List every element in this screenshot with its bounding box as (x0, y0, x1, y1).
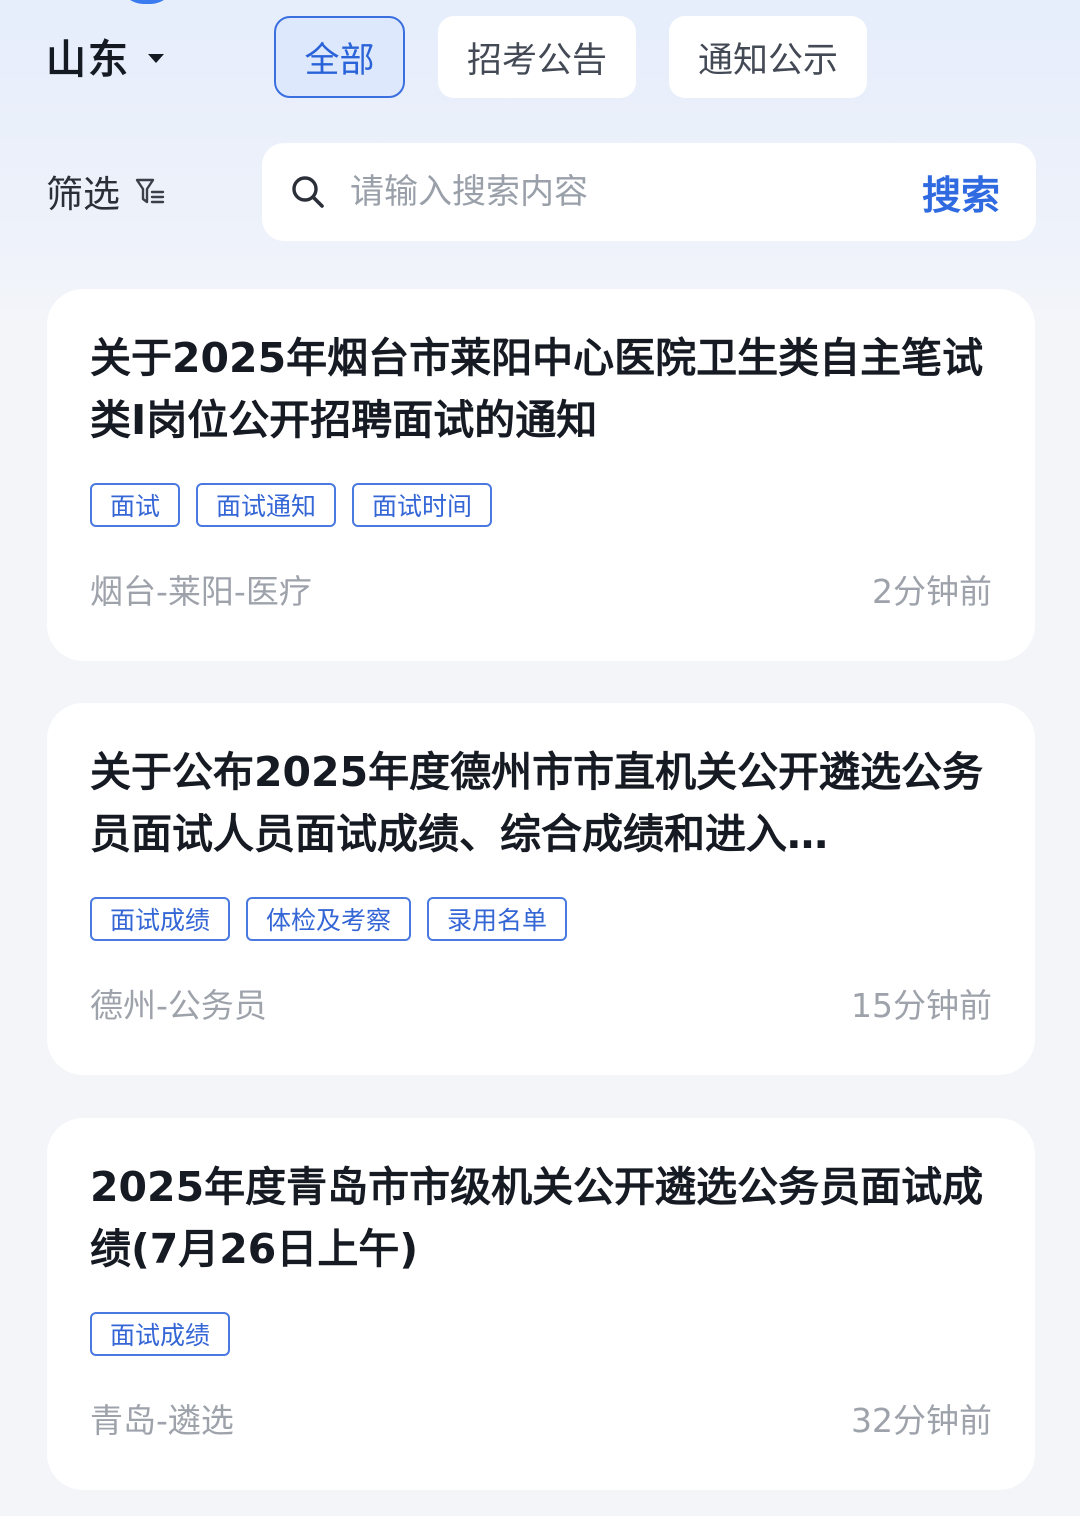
top-decoration (118, 0, 176, 4)
notice-time: 15分钟前 (851, 986, 992, 1025)
notice-title: 2025年度青岛市市级机关公开遴选公务员面试成绩(7月26日上午) (90, 1163, 984, 1273)
region-label: 山东 (46, 37, 130, 83)
filter-label: 筛选 (46, 173, 120, 216)
filter-icon (135, 178, 165, 204)
tab-all[interactable]: 全部 (274, 16, 405, 98)
tag[interactable]: 面试 (90, 483, 181, 527)
search-button[interactable]: 搜索 (922, 165, 1000, 221)
caret-down-icon (148, 53, 164, 63)
notice-card[interactable]: 关于公布2025年度德州市市直机关公开遴选公务员面试人员面试成绩、综合成绩和进入… (47, 703, 1035, 1075)
search-input[interactable] (350, 165, 950, 219)
tag-list: 面试成绩 (90, 1312, 231, 1356)
tab-label: 通知公示 (697, 40, 838, 81)
tab-recruitment-announcements[interactable]: 招考公告 (438, 16, 636, 98)
tab-label: 全部 (304, 40, 375, 81)
tag-list: 面试 面试通知 面试时间 (90, 483, 493, 527)
notice-card[interactable]: 关于2025年烟台市莱阳中心医院卫生类自主笔试类I岗位公开招聘面试的通知 面试 … (47, 289, 1035, 661)
notice-category: 青岛-遴选 (90, 1401, 234, 1440)
tab-notices[interactable]: 通知公示 (669, 16, 867, 98)
notice-card[interactable]: 2025年度青岛市市级机关公开遴选公务员面试成绩(7月26日上午) 面试成绩 青… (47, 1118, 1035, 1490)
tag[interactable]: 体检及考察 (246, 897, 412, 941)
notice-time: 32分钟前 (851, 1401, 992, 1440)
notice-title: 关于2025年烟台市莱阳中心医院卫生类自主笔试类I岗位公开招聘面试的通知 (90, 334, 984, 444)
tag[interactable]: 面试通知 (196, 483, 337, 527)
tag[interactable]: 面试成绩 (90, 897, 231, 941)
filter-button[interactable]: 筛选 (46, 166, 166, 216)
search-icon (292, 176, 324, 208)
region-selector[interactable]: 山东 (46, 28, 164, 84)
page: 山东 全部 招考公告 通知公示 筛选 搜索 关于2025年烟台市莱阳中心医院卫生… (0, 0, 1080, 1516)
tab-label: 招考公告 (466, 40, 607, 81)
notice-category: 烟台-莱阳-医疗 (90, 572, 312, 611)
tag-list: 面试成绩 体检及考察 录用名单 (90, 897, 568, 941)
notice-title: 关于公布2025年度德州市市直机关公开遴选公务员面试人员面试成绩、综合成绩和进入… (90, 748, 984, 858)
notice-time: 2分钟前 (872, 572, 992, 611)
tag[interactable]: 录用名单 (427, 897, 568, 941)
tag[interactable]: 面试成绩 (90, 1312, 231, 1356)
notice-category: 德州-公务员 (90, 986, 267, 1025)
tag[interactable]: 面试时间 (352, 483, 493, 527)
search-bar: 搜索 (262, 143, 1036, 241)
